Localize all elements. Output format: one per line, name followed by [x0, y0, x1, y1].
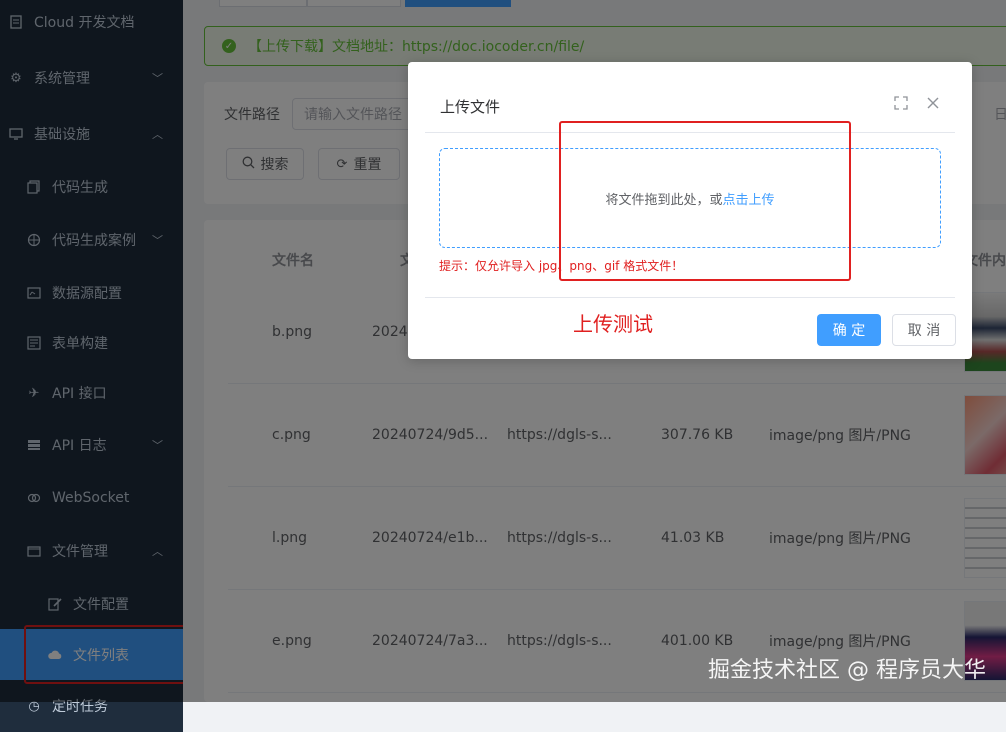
annotation-label: 上传测试 — [573, 312, 653, 336]
cancel-button[interactable]: 取 消 — [892, 314, 956, 346]
confirm-button[interactable]: 确 定 — [817, 314, 881, 346]
dialog-title: 上传文件 — [440, 98, 501, 116]
fullscreen-icon[interactable] — [894, 96, 908, 114]
watermark: 掘金技术社区 @ 程序员大华 — [708, 658, 986, 683]
dialog-divider — [425, 297, 955, 298]
annotation-box — [559, 121, 851, 281]
close-icon[interactable] — [926, 96, 940, 114]
